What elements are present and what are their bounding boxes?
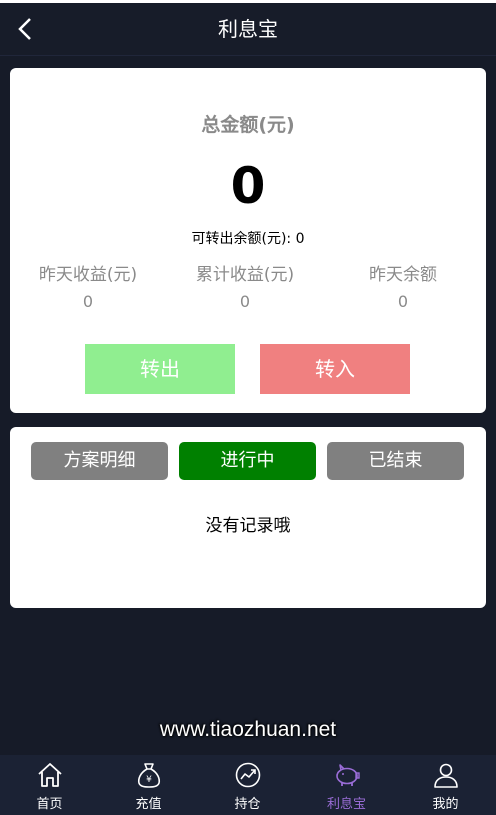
nav-item-interest[interactable]: 利息宝 <box>297 755 396 815</box>
records-card: 方案明细 进行中 已结束 没有记录哦 <box>10 427 486 608</box>
stat-total-income: 累计收益(元) 0 <box>165 264 325 312</box>
nav-item-recharge[interactable]: ¥ 充值 <box>99 755 198 815</box>
stat-label: 昨天余额 <box>369 265 437 285</box>
nav-label: 我的 <box>432 797 459 812</box>
tab-in-progress[interactable]: 进行中 <box>179 442 316 480</box>
transfer-out-button[interactable]: 转出 <box>85 344 235 394</box>
watermark: www.tiaozhuan.net <box>159 718 337 741</box>
transferable-balance: 可转出余额(元): 0 <box>191 231 305 247</box>
stat-label: 累计收益(元) <box>195 265 295 285</box>
stat-value: 0 <box>397 292 409 311</box>
nav-label: 利息宝 <box>326 797 366 812</box>
tab-plan-details[interactable]: 方案明细 <box>31 442 168 480</box>
nav-item-home[interactable]: 首页 <box>0 755 99 815</box>
transfer-in-button[interactable]: 转入 <box>260 344 410 394</box>
stat-yesterday-income: 昨天收益(元) 0 <box>8 264 168 312</box>
empty-records-text: 没有记录哦 <box>205 516 291 536</box>
header-bar: 利息宝 <box>0 3 496 56</box>
user-icon <box>434 763 458 788</box>
nav-label: 持仓 <box>234 797 261 812</box>
page-title: 利息宝 <box>218 17 278 41</box>
total-amount-label: 总金额(元) <box>201 114 295 136</box>
stat-value: 0 <box>82 292 94 311</box>
stat-yesterday-balance: 昨天余额 0 <box>323 264 483 312</box>
nav-label: 充值 <box>135 797 162 812</box>
nav-item-holdings[interactable]: 持仓 <box>198 755 297 815</box>
piggy-bank-icon <box>336 764 360 786</box>
nav-item-mine[interactable]: 我的 <box>396 755 495 815</box>
chart-icon <box>235 762 261 788</box>
nav-label: 首页 <box>36 797 63 812</box>
tab-finished[interactable]: 已结束 <box>327 442 464 480</box>
total-amount-value: 0 <box>230 157 266 215</box>
money-bag-icon: ¥ <box>137 763 161 788</box>
home-icon <box>38 763 62 787</box>
stat-value: 0 <box>239 292 251 311</box>
balance-card: 总金额(元) 0 可转出余额(元): 0 昨天收益(元) 0 累计收益(元) 0… <box>10 68 486 413</box>
stat-label: 昨天收益(元) <box>38 265 138 285</box>
svg-text:¥: ¥ <box>146 775 152 785</box>
bottom-nav: 首页 ¥ 充值 持仓 利息宝 我的 <box>0 755 496 815</box>
